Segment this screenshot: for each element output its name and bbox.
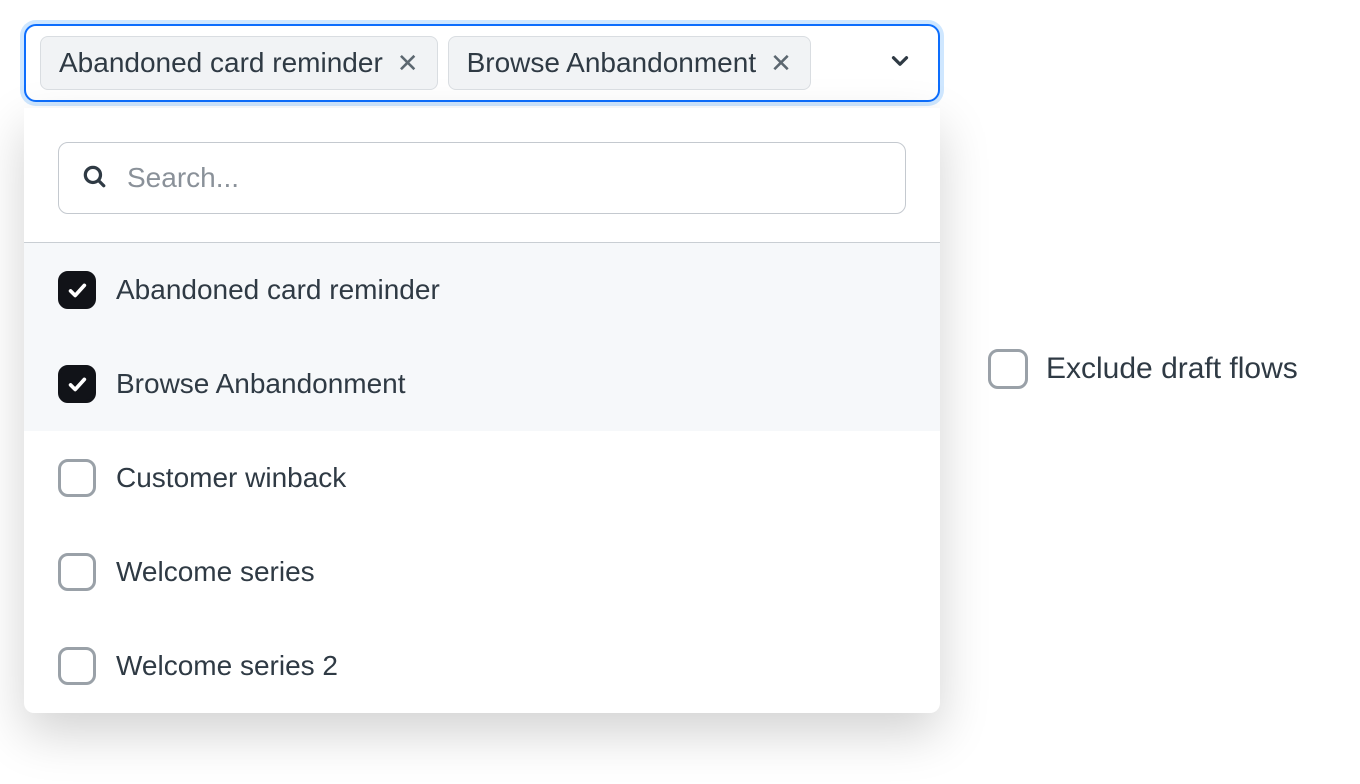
option-row[interactable]: Browse Anbandonment: [24, 337, 940, 431]
selected-chip[interactable]: Abandoned card reminder ✕: [40, 36, 438, 90]
dropdown-toggle[interactable]: [876, 48, 924, 79]
option-label: Browse Anbandonment: [116, 368, 406, 400]
selected-chip[interactable]: Browse Anbandonment ✕: [448, 36, 811, 90]
flow-multiselect[interactable]: Abandoned card reminder ✕ Browse Anbando…: [24, 24, 940, 713]
option-label: Abandoned card reminder: [116, 274, 440, 306]
option-label: Welcome series: [116, 556, 315, 588]
dropdown-panel: Abandoned card reminder Browse Anbandonm…: [24, 108, 940, 713]
multiselect-box[interactable]: Abandoned card reminder ✕ Browse Anbando…: [24, 24, 940, 102]
checkbox-unchecked-icon[interactable]: [988, 349, 1028, 389]
remove-chip-icon[interactable]: ✕: [397, 50, 419, 76]
checkbox-checked-icon[interactable]: [58, 271, 96, 309]
checkbox-unchecked-icon[interactable]: [58, 553, 96, 591]
checkbox-unchecked-icon[interactable]: [58, 459, 96, 497]
exclude-label: Exclude draft flows: [1046, 352, 1298, 386]
option-label: Customer winback: [116, 462, 346, 494]
option-row[interactable]: Abandoned card reminder: [24, 243, 940, 337]
checkbox-checked-icon[interactable]: [58, 365, 96, 403]
search-icon: [81, 163, 107, 194]
exclude-draft-flows-checkbox[interactable]: Exclude draft flows: [988, 349, 1298, 389]
option-row[interactable]: Customer winback: [24, 431, 940, 525]
search-input[interactable]: [125, 161, 883, 195]
chip-label: Abandoned card reminder: [59, 47, 383, 79]
chip-label: Browse Anbandonment: [467, 47, 757, 79]
remove-chip-icon[interactable]: ✕: [770, 50, 792, 76]
option-row[interactable]: Welcome series 2: [24, 619, 940, 713]
option-row[interactable]: Welcome series: [24, 525, 940, 619]
search-field[interactable]: [58, 142, 906, 214]
chevron-down-icon: [887, 48, 913, 79]
checkbox-unchecked-icon[interactable]: [58, 647, 96, 685]
option-label: Welcome series 2: [116, 650, 338, 682]
